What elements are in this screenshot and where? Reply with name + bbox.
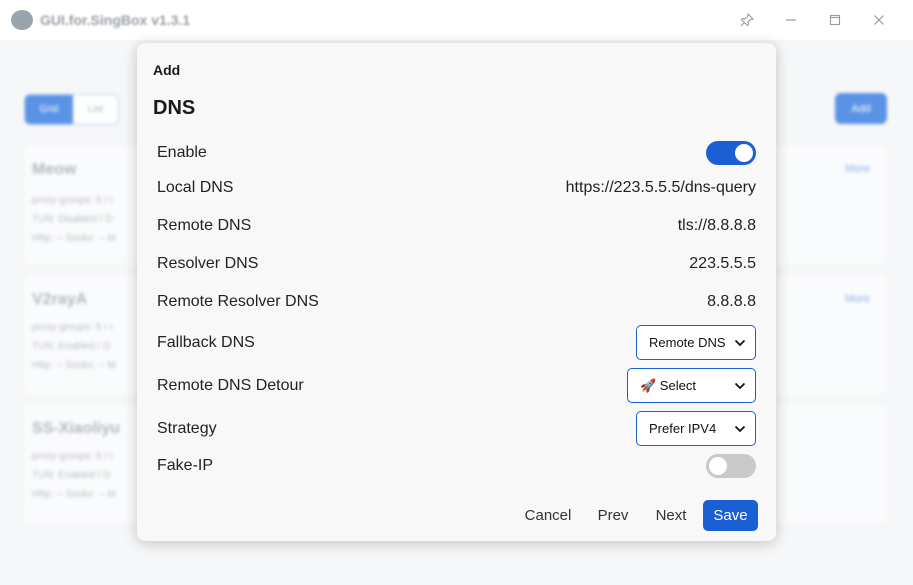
local-dns-value[interactable]: https://223.5.5.5/dns-query xyxy=(566,179,756,197)
chevron-down-icon xyxy=(734,423,746,435)
profile-line: TUN: Disabled / D xyxy=(32,214,113,225)
profile-line: proxy-groups: 5 / r xyxy=(32,451,114,462)
chevron-down-icon xyxy=(734,380,746,392)
toggle-knob xyxy=(709,457,727,475)
pin-icon[interactable] xyxy=(737,10,757,30)
remote-resolver-dns-row: Remote Resolver DNS 8.8.8.8 xyxy=(157,292,756,312)
profile-line: proxy-groups: 5 / r xyxy=(32,322,114,333)
toggle-knob xyxy=(735,144,753,162)
grid-tab[interactable]: Grid xyxy=(25,95,73,124)
dialog-title: Add xyxy=(153,62,181,78)
profile-line: Http: -- Socks: -- M xyxy=(32,233,116,244)
cancel-button[interactable]: Cancel xyxy=(517,500,579,531)
save-button[interactable]: Save xyxy=(703,500,758,531)
app-title: GUI.for.SingBox v1.3.1 xyxy=(40,12,191,28)
remote-dns-detour-row: Remote DNS Detour 🚀 Select xyxy=(157,368,756,403)
strategy-row: Strategy Prefer IPV4 xyxy=(157,411,756,446)
fake-ip-label: Fake-IP xyxy=(157,457,214,474)
enable-label: Enable xyxy=(157,144,207,161)
enable-row: Enable xyxy=(157,141,756,165)
remote-dns-detour-select[interactable]: 🚀 Select xyxy=(627,368,756,403)
profile-line: TUN: Enabled / D xyxy=(32,470,111,481)
profile-line: TUN: Enabled / D xyxy=(32,341,111,352)
minimize-icon[interactable] xyxy=(781,10,801,30)
local-dns-label: Local DNS xyxy=(157,179,234,196)
view-toggle[interactable]: Grid List xyxy=(24,94,119,125)
remote-dns-row: Remote DNS tls://8.8.8.8 xyxy=(157,216,756,236)
fallback-dns-row: Fallback DNS Remote DNS xyxy=(157,325,756,360)
remote-dns-label: Remote DNS xyxy=(157,217,252,234)
fake-ip-row: Fake-IP xyxy=(157,454,756,478)
fallback-dns-select[interactable]: Remote DNS xyxy=(636,325,756,360)
remote-dns-detour-label: Remote DNS Detour xyxy=(157,376,304,394)
profile-name: V2rayA xyxy=(32,291,88,308)
next-button[interactable]: Next xyxy=(647,500,695,531)
fallback-dns-selected: Remote DNS xyxy=(649,335,726,350)
local-dns-row: Local DNS https://223.5.5.5/dns-query xyxy=(157,178,756,198)
resolver-dns-value[interactable]: 223.5.5.5 xyxy=(689,255,756,273)
profile-line: Http: -- Socks: -- M xyxy=(32,489,116,500)
fake-ip-toggle[interactable] xyxy=(706,454,756,478)
enable-toggle[interactable] xyxy=(706,141,756,165)
profile-line: Http: -- Socks: -- M xyxy=(32,360,116,371)
more-link[interactable]: More xyxy=(845,293,870,305)
list-tab[interactable]: List xyxy=(73,95,118,124)
fallback-dns-label: Fallback DNS xyxy=(157,333,255,351)
profile-line: proxy-groups: 5 / r xyxy=(32,195,114,206)
remote-resolver-dns-value[interactable]: 8.8.8.8 xyxy=(707,293,756,311)
profile-name: SS-Xiaoliyu xyxy=(32,420,121,437)
resolver-dns-row: Resolver DNS 223.5.5.5 xyxy=(157,254,756,274)
close-icon[interactable] xyxy=(869,10,889,30)
strategy-selected: Prefer IPV4 xyxy=(649,421,717,436)
more-link[interactable]: More xyxy=(845,163,870,175)
section-heading: DNS xyxy=(153,97,196,119)
app-logo-icon xyxy=(11,10,33,30)
remote-resolver-dns-label: Remote Resolver DNS xyxy=(157,293,319,310)
add-dialog: Add DNS Enable Local DNS https://223.5.5… xyxy=(137,43,776,541)
resolver-dns-label: Resolver DNS xyxy=(157,255,259,272)
remote-dns-value[interactable]: tls://8.8.8.8 xyxy=(678,217,756,235)
strategy-select[interactable]: Prefer IPV4 xyxy=(636,411,756,446)
maximize-icon[interactable] xyxy=(825,10,845,30)
title-bar: GUI.for.SingBox v1.3.1 xyxy=(0,0,913,40)
strategy-label: Strategy xyxy=(157,419,217,437)
prev-button[interactable]: Prev xyxy=(589,500,637,531)
add-profile-button[interactable]: Add xyxy=(835,93,887,124)
chevron-down-icon xyxy=(734,337,746,349)
remote-dns-detour-selected: 🚀 Select xyxy=(640,377,696,393)
profile-name: Meow xyxy=(32,161,77,178)
